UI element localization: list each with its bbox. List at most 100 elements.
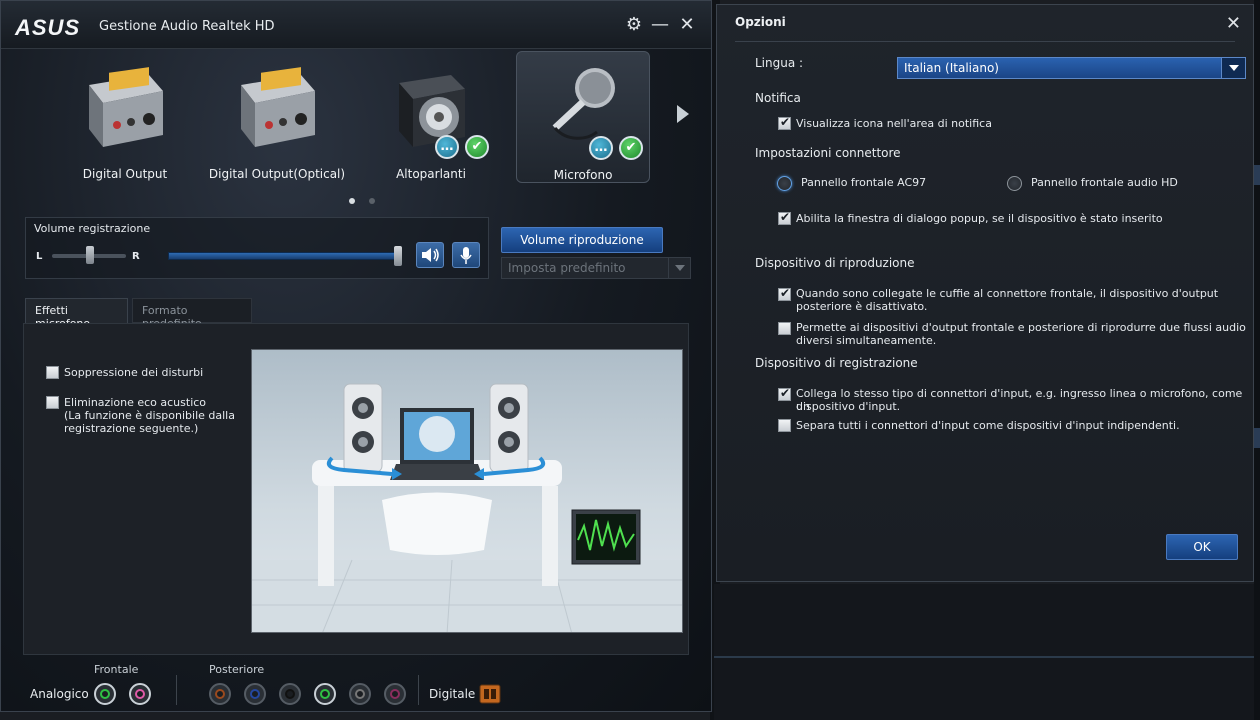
- device-label: Digital Output: [82, 167, 168, 181]
- device-label: Altoparlanti: [396, 167, 466, 181]
- device-speakers[interactable]: … ✔ Altoparlanti: [361, 57, 501, 185]
- device-digital-output[interactable]: Digital Output: [55, 57, 195, 185]
- rear-jack-orange[interactable]: [209, 683, 231, 705]
- radio-ac97[interactable]: [777, 176, 792, 191]
- chat-badge-icon: …: [589, 136, 613, 160]
- language-label: Lingua :: [755, 56, 804, 70]
- background-strip: [1254, 0, 1260, 720]
- mic-mute-button[interactable]: [452, 242, 480, 268]
- connector-section-title: Impostazioni connettore: [755, 146, 901, 160]
- realtek-main-window: ASUS Gestione Audio Realtek HD ⚙ — ✕ Dig…: [0, 0, 712, 712]
- tie-input-jacks-checkbox[interactable]: [778, 386, 791, 401]
- radio-ac97-label: Pannello frontale AC97: [801, 176, 927, 189]
- digital-connector-icon[interactable]: [479, 683, 501, 705]
- noise-suppression-checkbox[interactable]: [46, 366, 59, 379]
- digital-output-icon: [89, 67, 163, 147]
- rear-jacks-label: Posteriore: [209, 663, 265, 676]
- rear-jack-pink[interactable]: [384, 683, 406, 705]
- popup-dialog-label: Abilita la finestra di dialogo popup, se…: [796, 212, 1163, 225]
- popup-dialog-checkbox[interactable]: [778, 210, 791, 225]
- rear-jack-green[interactable]: [314, 683, 336, 705]
- analog-label: Analogico: [30, 687, 89, 701]
- device-digital-output-optical[interactable]: Digital Output(Optical): [207, 57, 347, 185]
- background-divider: [714, 656, 1260, 658]
- close-icon[interactable]: ✕: [1226, 13, 1241, 34]
- options-dialog: Opzioni ✕ Lingua : Italian (Italiano) No…: [716, 4, 1254, 582]
- recording-section-title: Dispositivo di registrazione: [755, 356, 918, 370]
- asus-logo: ASUS: [15, 15, 81, 40]
- digital-output-optical-icon: [241, 67, 315, 147]
- show-tray-icon-checkbox[interactable]: [778, 115, 791, 130]
- echo-cancellation-note: (La funzione è disponibile dalla: [64, 409, 235, 422]
- separate-input-jacks-checkbox[interactable]: [778, 419, 791, 432]
- chat-badge-icon: …: [435, 135, 459, 159]
- playback-section-title: Dispositivo di riproduzione: [755, 256, 915, 270]
- mute-speaker-button[interactable]: [416, 242, 444, 268]
- chevron-down-icon: [668, 258, 690, 278]
- show-tray-icon-label: Visualizza icona nell'area di notifica: [796, 117, 992, 130]
- echo-cancellation-checkbox[interactable]: [46, 396, 59, 409]
- recording-volume-panel: Volume registrazione L R: [25, 217, 489, 279]
- title-bar: ASUS Gestione Audio Realtek HD ⚙ — ✕: [1, 1, 711, 49]
- balance-left-label: L: [36, 251, 43, 262]
- set-default-dropdown-label: Imposta predefinito: [508, 261, 626, 275]
- speaker-icon: [399, 75, 465, 147]
- front-jacks-label: Frontale: [94, 663, 139, 676]
- options-dialog-title: Opzioni: [735, 15, 786, 29]
- background-window: [714, 584, 1260, 720]
- tab-microphone-effects[interactable]: Effetti microfono: [25, 298, 128, 330]
- balance-slider-thumb[interactable]: [86, 246, 94, 264]
- front-mutes-rear-label: Quando sono collegate le cuffie al conne…: [796, 287, 1219, 300]
- noise-suppression-label: Soppressione dei disturbi: [64, 366, 204, 379]
- rear-jack-black[interactable]: [279, 683, 301, 705]
- microphone-icon: [552, 68, 615, 140]
- next-devices-arrow-icon[interactable]: [677, 105, 689, 123]
- microphone-small-icon: [460, 247, 472, 264]
- language-select[interactable]: Italian (Italiano): [897, 57, 1246, 79]
- background-mark: [1254, 165, 1260, 185]
- device-label: Microfono: [553, 168, 613, 182]
- window-title: Gestione Audio Realtek HD: [99, 19, 275, 34]
- jack-divider: [176, 675, 177, 705]
- tie-input-jacks-label: dispositivo d'input.: [796, 400, 901, 413]
- volume-slider-thumb[interactable]: [394, 246, 402, 266]
- background-mark: [1254, 428, 1260, 448]
- digital-label: Digitale: [429, 687, 476, 701]
- volume-slider-track[interactable]: [168, 252, 402, 260]
- rear-jack-blue[interactable]: [244, 683, 266, 705]
- chevron-down-icon: [1221, 58, 1245, 78]
- echo-cancellation-illustration: [251, 349, 683, 633]
- device-label: Digital Output(Optical): [208, 167, 346, 181]
- echo-cancellation-note: registrazione seguente.): [64, 422, 199, 435]
- echo-cancellation-label: Eliminazione eco acustico: [64, 396, 207, 409]
- speaker-volume-icon: [422, 248, 439, 262]
- playback-volume-button[interactable]: Volume riproduzione: [501, 227, 663, 253]
- radio-hd-audio[interactable]: [1007, 176, 1022, 191]
- front-jack-green[interactable]: [94, 683, 116, 705]
- dual-stream-checkbox[interactable]: [778, 322, 791, 335]
- language-value: Italian (Italiano): [904, 61, 999, 75]
- default-check-icon: ✔: [619, 136, 643, 160]
- device-microphone[interactable]: … ✔ Microfono: [516, 51, 650, 183]
- jack-divider: [418, 675, 419, 705]
- front-mutes-rear-checkbox[interactable]: [778, 286, 791, 301]
- minimize-icon[interactable]: —: [649, 14, 671, 36]
- radio-hd-audio-label: Pannello frontale audio HD: [1031, 176, 1178, 189]
- ok-button[interactable]: OK: [1166, 534, 1238, 560]
- pager-dot-active[interactable]: [349, 198, 355, 204]
- pager-dot[interactable]: [369, 198, 375, 204]
- tab-default-format[interactable]: Formato predefinito: [132, 298, 252, 330]
- default-check-icon: ✔: [465, 135, 489, 159]
- recording-volume-title: Volume registrazione: [34, 222, 151, 235]
- front-jack-pink[interactable]: [129, 683, 151, 705]
- desk-scene-illustration: [252, 383, 682, 632]
- dual-stream-label: diversi simultaneamente.: [796, 334, 937, 347]
- separate-input-jacks-label: Separa tutti i connettori d'input come d…: [796, 419, 1180, 432]
- close-icon[interactable]: ✕: [676, 14, 698, 36]
- balance-right-label: R: [132, 251, 140, 262]
- notification-section-title: Notifica: [755, 91, 801, 105]
- dual-stream-label: Permette ai dispositivi d'output frontal…: [796, 321, 1246, 334]
- rear-jack-grey[interactable]: [349, 683, 371, 705]
- settings-gear-icon[interactable]: ⚙: [623, 14, 645, 36]
- set-default-dropdown[interactable]: Imposta predefinito: [501, 257, 691, 279]
